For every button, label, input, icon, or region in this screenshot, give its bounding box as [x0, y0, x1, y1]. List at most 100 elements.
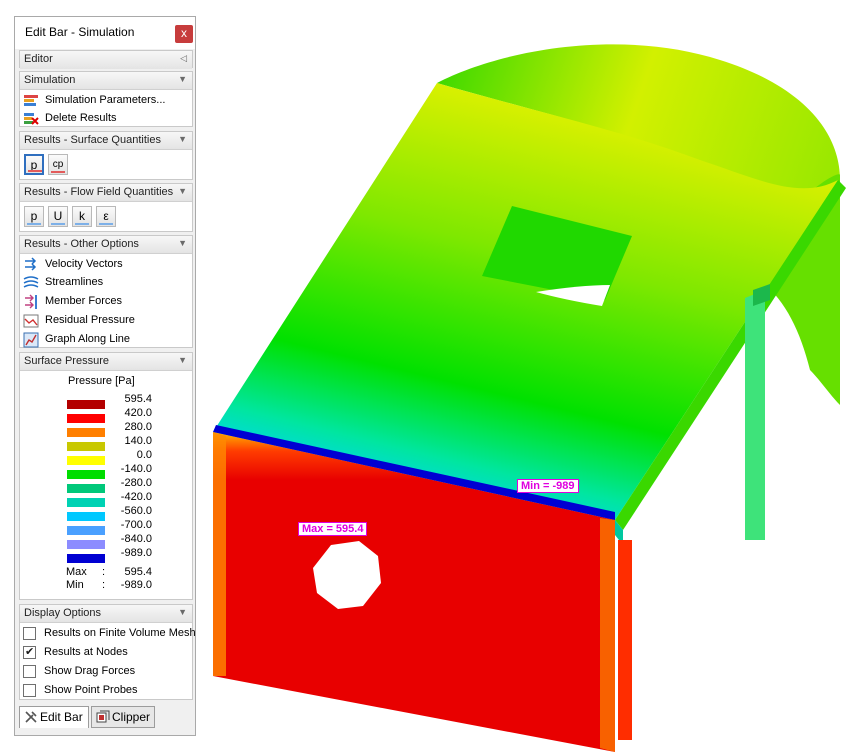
residual-pressure-icon	[23, 314, 39, 328]
legend-swatch	[66, 497, 106, 508]
panel-title: Edit Bar - Simulation	[25, 25, 135, 39]
section-other-options: Results - Other Options ▼ Velocity Vecto…	[19, 235, 193, 348]
streamlines-label: Streamlines	[45, 276, 104, 288]
legend-swatch	[66, 483, 106, 494]
model-viewport[interactable]: Max = 595.4 Min = -989	[200, 0, 847, 753]
legend-value: 595.4	[124, 393, 152, 405]
dissipation-rate-button[interactable]: ε	[96, 206, 116, 227]
chevron-down-icon[interactable]: ▼	[178, 355, 187, 365]
flow-pressure-bar-icon	[27, 223, 41, 225]
section-surface-quantities: Results - Surface Quantities ▼ p cp	[19, 131, 193, 180]
velocity-vectors-icon	[25, 257, 37, 271]
show-drag-forces-label: Show Drag Forces	[44, 665, 136, 677]
section-other-options-header[interactable]: Results - Other Options ▼	[20, 236, 192, 254]
surface-pressure-button[interactable]: p	[24, 154, 44, 175]
results-at-nodes-label: Results at Nodes	[44, 646, 128, 658]
show-drag-forces-checkbox[interactable]	[23, 665, 36, 678]
graph-along-line-label: Graph Along Line	[45, 333, 131, 345]
pressure-coefficient-button-label: cp	[52, 159, 64, 170]
residual-pressure-label: Residual Pressure	[45, 314, 135, 326]
streamlines-item[interactable]: Streamlines	[23, 274, 191, 292]
turbulent-energy-button-label: k	[79, 209, 85, 223]
legend-swatch	[66, 469, 106, 480]
legend-value: 0.0	[136, 449, 152, 461]
column-front-edge	[618, 540, 632, 740]
section-simulation-label: Simulation	[24, 74, 76, 86]
flow-pressure-button-label: p	[30, 209, 38, 223]
section-simulation: Simulation ▼ Simulation Parameters... De…	[19, 71, 193, 127]
results-fv-mesh-label: Results on Finite Volume Mesh	[44, 627, 196, 639]
close-button[interactable]: x	[175, 25, 193, 43]
tab-edit-bar[interactable]: Edit Bar	[19, 706, 89, 728]
legend-max-separator: :	[102, 566, 106, 578]
chevron-down-icon[interactable]: ▼	[178, 238, 187, 248]
dissipation-rate-button-label: ε	[103, 209, 109, 223]
member-forces-icon	[25, 294, 37, 309]
chevron-down-icon[interactable]: ▼	[178, 134, 187, 144]
legend-value: -700.0	[120, 519, 152, 531]
min-value-tag: Min = -989	[517, 479, 579, 493]
turbulent-energy-button[interactable]: k	[72, 206, 92, 227]
show-point-probes-checkbox[interactable]	[23, 684, 36, 697]
results-at-nodes-checkbox[interactable]: ✔	[23, 646, 36, 659]
legend-value: -280.0	[120, 477, 152, 489]
turbulent-energy-bar-icon	[75, 223, 89, 225]
legend-max-value: 595.4	[124, 566, 152, 578]
legend-swatch	[66, 427, 106, 438]
collapse-left-icon[interactable]: ◁	[180, 53, 187, 64]
member-forces-item[interactable]: Member Forces	[23, 293, 191, 311]
section-display-options-header[interactable]: Display Options ▼	[20, 605, 192, 623]
tab-edit-bar-label: Edit Bar	[40, 710, 83, 724]
section-editor[interactable]: Editor ◁	[19, 50, 193, 69]
pressure-coefficient-bar-icon	[51, 171, 65, 173]
checkmark-icon: ✔	[25, 646, 35, 658]
simulation-parameters-icon	[24, 95, 38, 106]
legend-swatch	[66, 553, 106, 564]
dissipation-rate-bar-icon	[99, 223, 113, 225]
velocity-button[interactable]: U	[48, 206, 68, 227]
chevron-down-icon[interactable]: ▼	[178, 74, 187, 84]
simulation-parameters-item[interactable]: Simulation Parameters...	[23, 92, 191, 110]
model-3d-view[interactable]	[200, 0, 847, 753]
velocity-bar-icon	[51, 223, 65, 225]
graph-along-line-item[interactable]: Graph Along Line	[23, 331, 191, 349]
tools-icon	[25, 711, 37, 723]
legend-swatch	[66, 455, 106, 466]
flow-pressure-button[interactable]: p	[24, 206, 44, 227]
section-flow-field-label: Results - Flow Field Quantities	[24, 186, 174, 198]
velocity-button-label: U	[53, 209, 63, 223]
velocity-vectors-item[interactable]: Velocity Vectors	[23, 256, 191, 274]
legend-min-value: -989.0	[120, 579, 152, 591]
velocity-vectors-label: Velocity Vectors	[45, 258, 123, 270]
max-value-tag: Max = 595.4	[298, 522, 368, 536]
delete-results-label: Delete Results	[45, 112, 117, 124]
chevron-down-icon[interactable]: ▼	[178, 186, 187, 196]
results-fv-mesh-checkbox[interactable]	[23, 627, 36, 640]
legend-max-label: Max	[66, 566, 87, 578]
section-other-options-label: Results - Other Options	[24, 238, 139, 250]
tab-clipper-label: Clipper	[112, 710, 151, 724]
pressure-coefficient-button[interactable]: cp	[48, 154, 68, 175]
edit-bar-panel: Edit Bar - Simulation x Editor ◁ Simulat…	[14, 16, 196, 736]
residual-pressure-item[interactable]: Residual Pressure	[23, 312, 191, 330]
show-point-probes-label: Show Point Probes	[44, 684, 138, 696]
legend-value: 280.0	[124, 421, 152, 433]
section-simulation-header[interactable]: Simulation ▼	[20, 72, 192, 90]
legend-swatch	[66, 413, 106, 424]
section-surface-quantities-header[interactable]: Results - Surface Quantities ▼	[20, 132, 192, 150]
chevron-down-icon[interactable]: ▼	[178, 607, 187, 617]
legend-min-label: Min	[66, 579, 84, 591]
legend-swatch	[66, 441, 106, 452]
member-forces-label: Member Forces	[45, 295, 123, 307]
section-surface-pressure-header[interactable]: Surface Pressure ▼	[20, 353, 192, 371]
section-surface-quantities-label: Results - Surface Quantities	[24, 134, 161, 146]
legend-swatch	[66, 399, 106, 410]
section-flow-field-header[interactable]: Results - Flow Field Quantities ▼	[20, 184, 192, 202]
tab-clipper[interactable]: Clipper	[91, 706, 155, 728]
delete-results-item[interactable]: Delete Results	[23, 110, 191, 128]
section-editor-label: Editor	[24, 53, 53, 65]
surface-pressure-bar-icon	[28, 170, 42, 172]
section-editor-header[interactable]: Editor ◁	[20, 51, 192, 69]
panel-tabs: Edit Bar Clipper	[19, 706, 193, 728]
panel-titlebar: Edit Bar - Simulation x	[15, 17, 195, 49]
